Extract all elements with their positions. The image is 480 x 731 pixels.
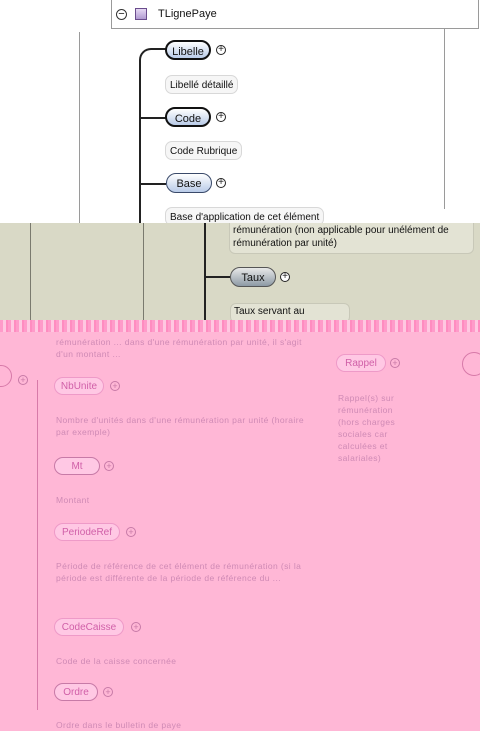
panel-border-right <box>444 29 445 209</box>
node-code[interactable]: Code <box>165 107 211 127</box>
desc-codecaisse: Code de la caisse concernée <box>56 656 177 666</box>
bottom-panel: rémunération ... dans d'une rémunération… <box>0 320 480 731</box>
desc-nbunite: Nombre d'unités dans d'une rémunération … <box>56 415 305 437</box>
type-title: TLignePaye <box>158 8 217 20</box>
expand-rappel-icon[interactable]: + <box>390 358 400 368</box>
tree-trunk <box>139 60 141 230</box>
middle-panel: rémunération (non applicable pour unélém… <box>0 223 480 323</box>
column-divider-2 <box>143 223 144 323</box>
expand-codecaisse-icon[interactable]: + <box>131 622 141 632</box>
mid-tree-trunk <box>204 223 206 323</box>
mid-branch-taux <box>204 276 230 278</box>
node-base[interactable]: Base <box>166 173 212 193</box>
desc-libelle: Libellé détaillé <box>165 75 239 94</box>
node-ordre[interactable]: Ordre <box>54 683 98 701</box>
expand-code-icon[interactable]: + <box>216 112 226 122</box>
expand-ordre-icon[interactable]: + <box>103 687 113 697</box>
sequence-icon <box>0 365 12 387</box>
desc-line-1: rémunération (non applicable pour unélém… <box>233 225 449 236</box>
node-mt[interactable]: Mt <box>54 457 100 475</box>
desc-base-cont: rémunération (non applicable pour unélém… <box>229 223 474 254</box>
desc-rappel: Rappel(s) sur rémunération (hors charges… <box>338 393 396 463</box>
expand-libelle-icon[interactable]: + <box>216 45 226 55</box>
rappel-sequence-icon <box>462 352 480 376</box>
mid-trunk-pink <box>37 380 38 710</box>
node-perioderef[interactable]: PeriodeRef <box>54 523 120 541</box>
desc-code: Code Rubrique <box>165 141 243 160</box>
noise-band <box>0 320 480 332</box>
top-panel: − TLignePaye Libelle + Libellé détaillé … <box>0 0 480 230</box>
node-libelle[interactable]: Libelle <box>165 40 211 60</box>
bottom-intro: rémunération ... dans d'une rémunération… <box>56 337 302 359</box>
column-divider-1 <box>30 223 31 323</box>
branch-code <box>139 117 166 119</box>
node-nbunite[interactable]: NbUnite <box>54 377 104 395</box>
collapse-icon[interactable]: − <box>116 9 127 20</box>
complex-type-icon <box>135 8 147 20</box>
expand-perioderef-icon[interactable]: + <box>126 527 136 537</box>
expand-nbunite-icon[interactable]: + <box>110 381 120 391</box>
expand-base-icon[interactable]: + <box>216 178 226 188</box>
expand-mt-icon[interactable]: + <box>104 461 114 471</box>
node-codecaisse[interactable]: CodeCaisse <box>54 618 124 636</box>
node-rappel[interactable]: Rappel <box>336 354 386 372</box>
expand-taux-icon[interactable]: + <box>280 272 290 282</box>
tree-curve <box>139 48 167 70</box>
node-taux[interactable]: Taux <box>230 267 276 287</box>
desc-ordre: Ordre dans le bulletin de paye <box>56 720 182 730</box>
desc-line-2: rémunération par unité) <box>233 238 337 249</box>
branch-base <box>139 183 166 185</box>
desc-perioderef: Période de référence de cet élément de r… <box>56 561 302 583</box>
sequence-expand-icon[interactable]: + <box>18 375 28 385</box>
desc-mt: Montant <box>56 495 90 505</box>
panel-border-left <box>79 32 80 230</box>
